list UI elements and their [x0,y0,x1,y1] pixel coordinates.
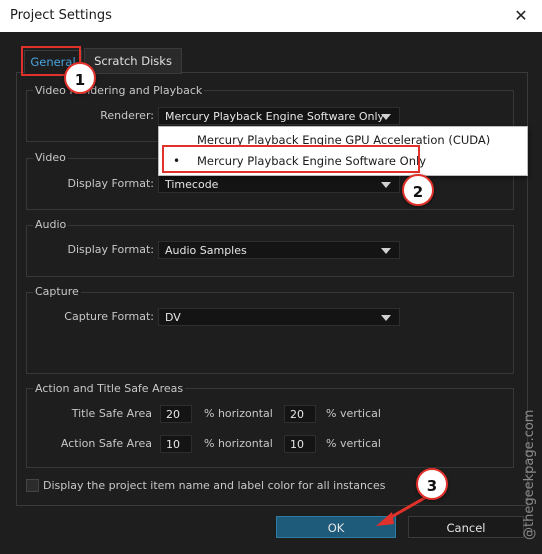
callout-badge-3: 3 [416,468,448,500]
audio-display-format-value: Audio Samples [165,244,247,257]
chevron-down-icon [381,182,391,188]
capture-format-label: Capture Format: [64,310,154,323]
title-horizontal-unit: % horizontal [204,407,273,420]
capture-label: Capture [33,285,81,298]
window-title: Project Settings [10,8,112,23]
action-horizontal-unit: % horizontal [204,437,273,450]
audio-display-format-dropdown[interactable]: Audio Samples [158,241,400,259]
action-safe-vertical-input[interactable]: 10 [284,435,316,453]
renderer-label: Renderer: [100,109,154,122]
action-safe-area-label: Action Safe Area [60,437,152,450]
video-rendering-label: Video Rendering and Playback [33,84,205,97]
safe-areas-group [26,388,514,468]
video-display-format-label: Display Format: [67,177,154,190]
action-safe-horizontal-input[interactable]: 10 [160,435,192,453]
audio-display-format-label: Display Format: [67,243,154,256]
callout-badge-1: 1 [64,62,96,94]
video-label: Video [33,151,68,164]
chevron-down-icon [381,114,391,120]
chevron-down-icon [381,248,391,254]
capture-format-dropdown[interactable]: DV [158,308,400,326]
highlight-software-option [162,145,420,173]
safe-areas-label: Action and Title Safe Areas [33,382,186,395]
title-bar: Project Settings ✕ [0,0,542,32]
callout-badge-2: 2 [402,174,434,206]
watermark-text: @thegeekpage.com [522,409,537,540]
capture-group [26,292,514,374]
display-label-color-checkbox[interactable] [26,479,39,492]
action-vertical-unit: % vertical [326,437,381,450]
title-safe-area-label: Title Safe Area [71,407,152,420]
capture-format-value: DV [165,311,181,324]
video-display-format-dropdown[interactable]: Timecode [158,175,400,193]
title-vertical-unit: % vertical [326,407,381,420]
title-safe-horizontal-input[interactable]: 20 [160,405,192,423]
chevron-down-icon [381,315,391,321]
renderer-value: Mercury Playback Engine Software Only [165,110,385,123]
display-label-color-label: Display the project item name and label … [43,479,386,492]
renderer-dropdown[interactable]: Mercury Playback Engine Software Only [158,107,400,125]
video-display-format-value: Timecode [165,178,219,191]
audio-label: Audio [33,218,69,231]
close-icon[interactable]: ✕ [508,3,534,29]
title-safe-vertical-input[interactable]: 20 [284,405,316,423]
tab-scratch-disks[interactable]: Scratch Disks [84,48,182,74]
